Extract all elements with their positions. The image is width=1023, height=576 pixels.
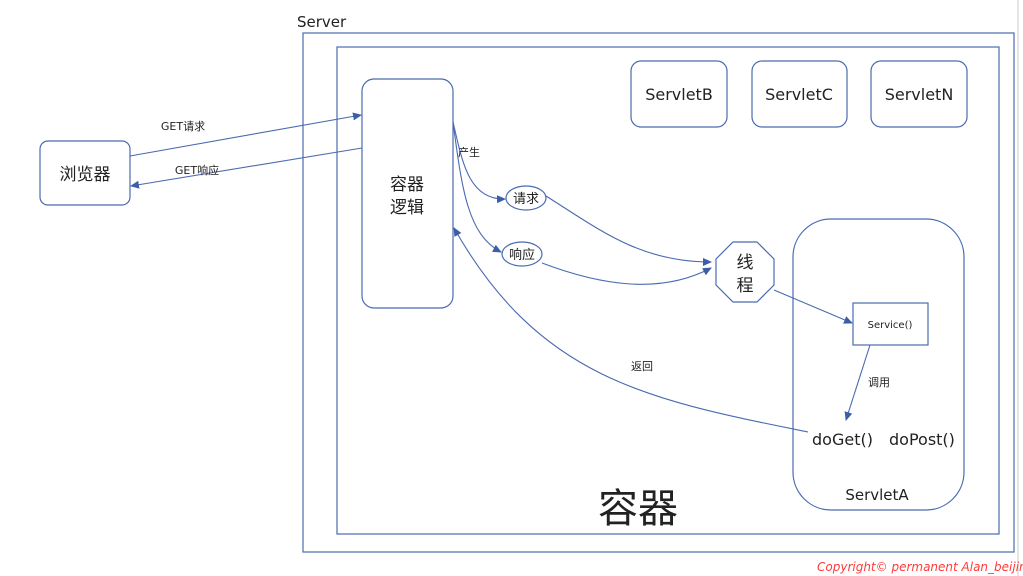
- copyright-watermark: Copyright© permanent Alan_beijing: [817, 560, 1023, 574]
- container-label: 容器: [598, 486, 678, 532]
- container-logic-label-1: 容器: [390, 175, 424, 195]
- return-label: 返回: [631, 360, 653, 373]
- servlet-b-label: ServletB: [645, 85, 713, 104]
- container-logic-label-2: 逻辑: [390, 198, 424, 218]
- thread-label-1: 线: [737, 253, 754, 273]
- servlet-c-label: ServletC: [765, 85, 833, 104]
- servlet-a-box: [792, 218, 965, 511]
- response-label: 响应: [509, 247, 535, 263]
- doget-label: doGet(): [812, 430, 873, 449]
- service-label: Service(): [868, 320, 913, 331]
- servlet-container-diagram: Server 浏览器 容器 逻辑 ServletB ServletC Servl…: [39, 0, 1023, 576]
- servlet-n-label: ServletN: [885, 85, 954, 104]
- call-label: 调用: [868, 376, 890, 389]
- browser-label: 浏览器: [60, 165, 111, 185]
- thread-label-2: 程: [737, 276, 754, 296]
- request-label: 请求: [513, 192, 539, 207]
- dopost-label: doPost(): [889, 430, 955, 449]
- produce-label: 产生: [458, 145, 480, 159]
- get-request-label: GET请求: [161, 120, 205, 133]
- servlet-a-label: ServletA: [845, 486, 909, 504]
- server-label: Server: [297, 13, 347, 31]
- get-response-label: GET响应: [175, 163, 219, 177]
